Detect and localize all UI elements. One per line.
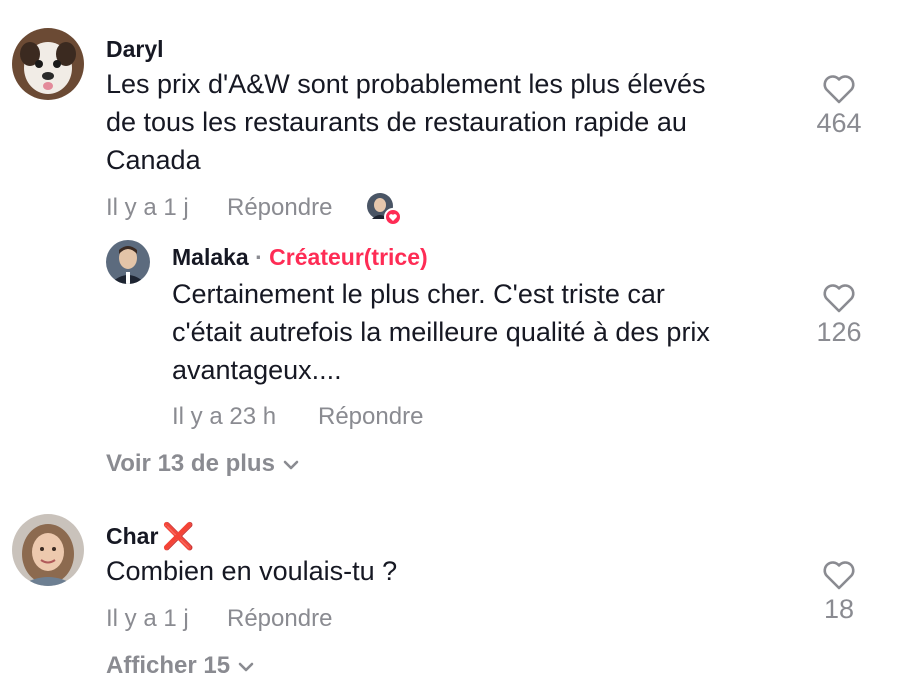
- username-malaka[interactable]: Malaka · Créateur(trice): [172, 244, 428, 271]
- reply-button-malaka[interactable]: Répondre: [318, 403, 423, 431]
- avatar-daryl[interactable]: [12, 28, 84, 100]
- avatar-char[interactable]: [12, 514, 84, 586]
- creator-badge: Créateur(trice): [269, 244, 428, 270]
- chevron-down-icon: [283, 460, 299, 469]
- chevron-down-icon: [238, 662, 254, 671]
- comment-text-char: Combien en voulais-tu ?: [106, 552, 796, 590]
- like-daryl: 464: [799, 74, 879, 139]
- like-char: 18: [799, 560, 879, 625]
- separator-dot: ·: [255, 244, 263, 270]
- person-avatar-image: [106, 240, 150, 284]
- creator-liked-indicator: [367, 193, 402, 226]
- dog-avatar-image: [12, 28, 84, 100]
- comment-line: avantageux....: [172, 355, 342, 385]
- comment-line: de tous les restaurants de restauration …: [106, 107, 687, 137]
- comment-line: Les prix d'A&W sont probablement les plu…: [106, 69, 706, 99]
- comment-line: Certainement le plus cher. C'est triste …: [172, 279, 665, 309]
- show-more-replies-button[interactable]: Afficher 15: [106, 652, 254, 680]
- heart-outline-icon[interactable]: [822, 560, 856, 590]
- comment-line: Canada: [106, 145, 201, 175]
- view-more-label: Voir 13 de plus: [106, 450, 275, 477]
- timestamp-malaka: Il y a 23 h: [172, 403, 277, 430]
- timestamp-daryl: Il y a 1 j: [106, 194, 189, 221]
- heart-outline-icon[interactable]: [822, 283, 856, 313]
- reply-button-char[interactable]: Répondre: [227, 605, 332, 633]
- cross-mark-icon: ❌: [162, 521, 195, 551]
- like-count-char: 18: [823, 594, 855, 624]
- like-count-malaka: 126: [816, 317, 862, 347]
- username-label[interactable]: Char: [106, 523, 158, 549]
- creator-mini-avatar-icon: [367, 193, 402, 226]
- view-more-replies-button[interactable]: Voir 13 de plus: [106, 450, 299, 478]
- comment-text-daryl: Les prix d'A&W sont probablement les plu…: [106, 65, 796, 179]
- like-count-daryl: 464: [816, 108, 862, 138]
- like-malaka: 126: [799, 283, 879, 348]
- comment-line: Combien en voulais-tu ?: [106, 556, 398, 586]
- username-daryl[interactable]: Daryl: [106, 36, 164, 63]
- comment-line: c'était autrefois la meilleure qualité à…: [172, 317, 710, 347]
- heart-outline-icon[interactable]: [822, 74, 856, 104]
- woman-avatar-image: [12, 514, 84, 586]
- comment-text-malaka: Certainement le plus cher. C'est triste …: [172, 275, 792, 389]
- username-label[interactable]: Malaka: [172, 244, 249, 270]
- username-char[interactable]: Char ❌: [106, 521, 195, 552]
- avatar-malaka[interactable]: [106, 240, 150, 284]
- timestamp-char: Il y a 1 j: [106, 605, 189, 632]
- reply-button-daryl[interactable]: Répondre: [227, 194, 332, 222]
